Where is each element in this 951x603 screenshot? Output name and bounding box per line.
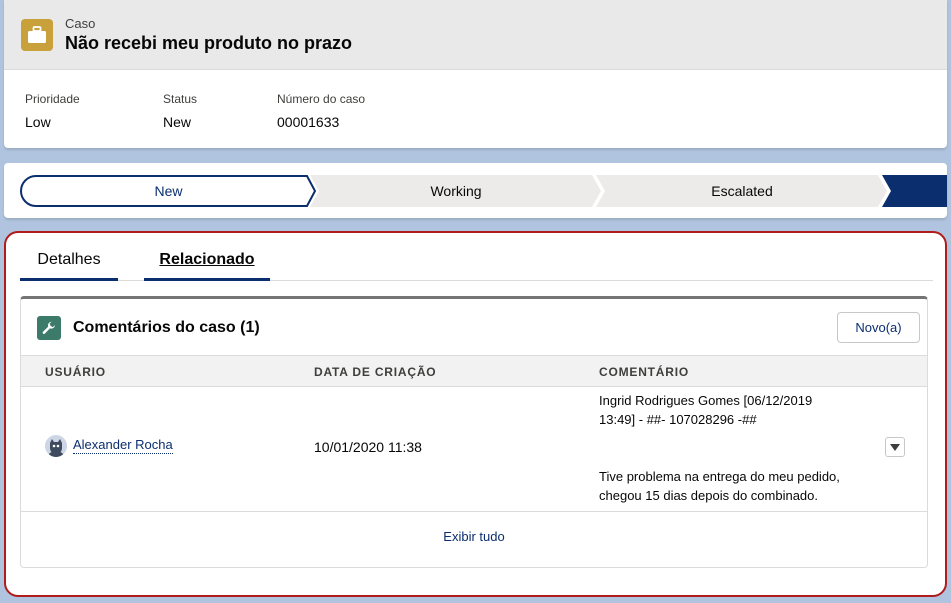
column-header-comentario[interactable]: COMENTÁRIO	[599, 365, 689, 379]
column-header-data-criacao[interactable]: DATA DE CRIAÇÃO	[314, 365, 436, 379]
record-title: Não recebi meu produto no prazo	[65, 32, 353, 53]
new-comment-button[interactable]: Novo(a)	[837, 312, 920, 343]
path-step-closed[interactable]	[882, 175, 947, 207]
object-label: Caso	[65, 15, 96, 31]
tab-relacionado[interactable]: Relacionado	[144, 241, 270, 281]
path-step-new[interactable]: New	[20, 175, 317, 207]
table-header: USUÁRIO DATA DE CRIAÇÃO COMENTÁRIO	[21, 355, 927, 387]
comment-line: 13:49] - ##- 107028296 -##	[599, 412, 757, 427]
card-title[interactable]: Comentários do caso (1)	[73, 318, 260, 338]
briefcase-icon	[21, 18, 53, 51]
status-path: New Working Escalated	[20, 175, 947, 207]
field-value: 00001633	[277, 114, 340, 130]
record-header-title-bar: Caso Não recebi meu produto no prazo	[4, 0, 947, 70]
field-numero-do-caso: Número do caso 00001633	[277, 92, 365, 131]
tab-bar: Detalhes Relacionado	[20, 241, 933, 281]
view-all-link[interactable]: Exibir tudo	[21, 529, 927, 544]
comment-line: chegou 15 dias depois do combinado.	[599, 488, 818, 503]
field-label: Prioridade	[25, 92, 80, 106]
user-link[interactable]: Alexander Rocha	[73, 437, 173, 454]
field-value: Low	[25, 114, 51, 130]
path-step-working[interactable]: Working	[310, 175, 602, 207]
field-status: Status New	[163, 92, 277, 131]
table-row: Alexander Rocha 10/01/2020 11:38 Ingrid …	[21, 387, 927, 512]
related-panel: Detalhes Relacionado Comentários do caso…	[4, 231, 947, 597]
field-value: New	[163, 114, 192, 130]
field-prioridade: Prioridade Low	[25, 92, 163, 131]
column-header-usuario[interactable]: USUÁRIO	[45, 365, 106, 379]
path-step-label: New	[154, 183, 183, 199]
comment-text: Ingrid Rodrigues Gomes [06/12/2019 13:49…	[599, 391, 869, 505]
chevron-down-icon	[890, 438, 900, 456]
case-comments-card: Comentários do caso (1) Novo(a) USUÁRIO …	[20, 296, 928, 568]
field-label: Status	[163, 92, 198, 106]
card-header: Comentários do caso (1) Novo(a)	[21, 299, 927, 355]
row-actions-dropdown[interactable]	[885, 437, 905, 457]
comment-line: Tive problema na entrega do meu pedido,	[599, 469, 840, 484]
record-header: Caso Não recebi meu produto no prazo Pri…	[4, 0, 947, 148]
field-label: Número do caso	[277, 92, 366, 106]
path-step-escalated[interactable]: Escalated	[596, 175, 888, 207]
path-step-label: Working	[430, 183, 482, 199]
status-path-card: New Working Escalated	[4, 163, 947, 218]
tab-detalhes[interactable]: Detalhes	[20, 241, 118, 281]
created-date: 10/01/2020 11:38	[314, 439, 422, 455]
highlights-panel: Prioridade Low Status New Número do caso…	[4, 70, 947, 131]
avatar	[45, 435, 67, 457]
path-step-label: Escalated	[711, 183, 773, 199]
comment-line: Ingrid Rodrigues Gomes [06/12/2019	[599, 393, 813, 408]
wrench-icon	[37, 316, 61, 340]
